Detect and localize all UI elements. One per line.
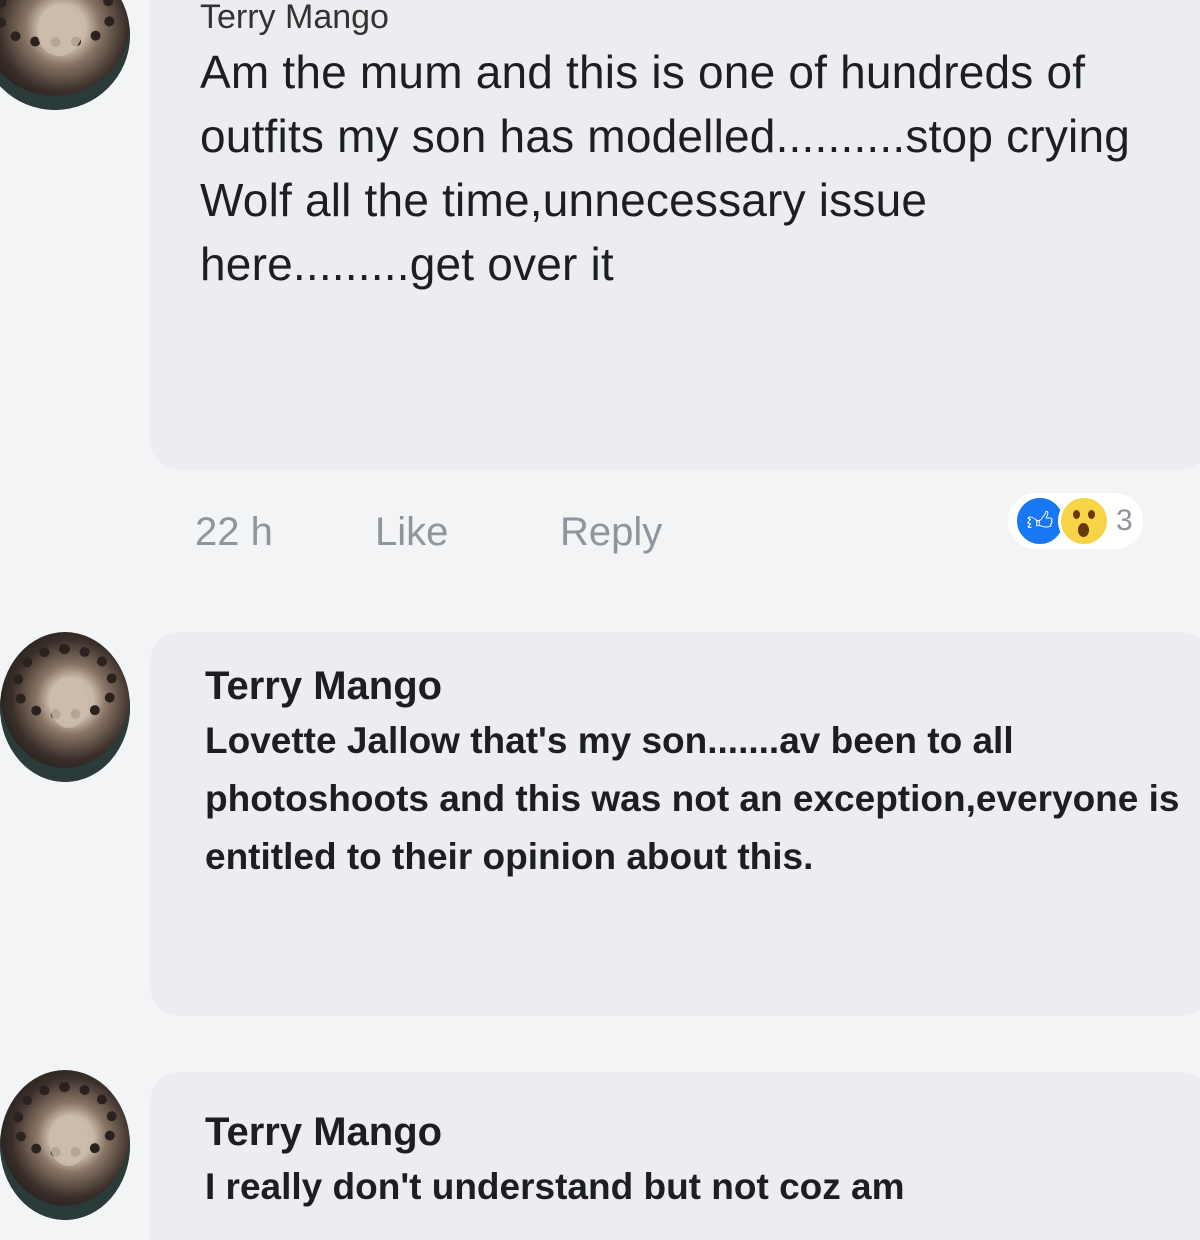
avatar-face (49, 1115, 89, 1166)
avatar[interactable] (0, 632, 130, 782)
comment-text: I really don't understand but not coz am (205, 1166, 905, 1207)
reaction-count: 3 (1116, 504, 1133, 537)
comment-text: Lovette Jallow that's my son.......av be… (205, 720, 1180, 877)
avatar-face (49, 677, 89, 728)
avatar[interactable] (0, 0, 130, 110)
avatar-face (37, 5, 82, 56)
comment-timestamp[interactable]: 22 h (195, 510, 375, 555)
comment-bubble: Terry Mango Lovette Jallow that's my son… (150, 632, 1200, 1016)
comment-bubble: Terry Mango I really don't understand bu… (150, 1072, 1200, 1240)
reaction-summary[interactable]: 👍︎ 3 (1008, 493, 1143, 549)
avatar[interactable] (0, 1070, 130, 1220)
reply-link[interactable]: Reply (560, 510, 662, 555)
comment-bubble: Terry Mango Am the mum and this is one o… (150, 0, 1200, 470)
like-link[interactable]: Like (375, 510, 560, 555)
comment-author[interactable]: Terry Mango (205, 662, 1190, 710)
comment-thread: Terry Mango Am the mum and this is one o… (0, 0, 1200, 1240)
comment-author[interactable]: Terry Mango (205, 1108, 1190, 1156)
wow-icon (1058, 495, 1110, 547)
comment-actions: 22 h Like Reply (195, 510, 662, 555)
comment-author[interactable]: Terry Mango (200, 0, 1180, 34)
comment-text: Am the mum and this is one of hundreds o… (200, 46, 1131, 290)
